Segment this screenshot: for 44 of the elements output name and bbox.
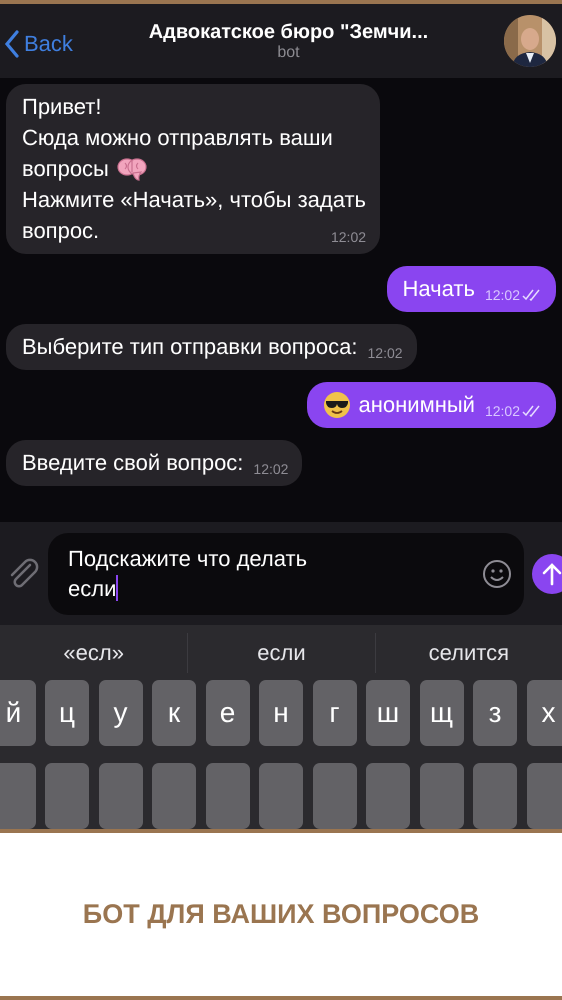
- message-text: вопрос.: [22, 217, 100, 245]
- brain-icon: [116, 156, 147, 182]
- keyboard-key[interactable]: х: [526, 680, 562, 746]
- suggestion[interactable]: «есл»: [0, 632, 188, 672]
- keyboard-key[interactable]: ш: [366, 680, 410, 746]
- sunglasses-face-icon: [322, 390, 351, 418]
- message-text: Введите свой вопрос:: [22, 449, 244, 477]
- message-time: 12:02: [368, 344, 403, 362]
- keyboard-key[interactable]: [420, 763, 464, 829]
- keyboard-key[interactable]: [526, 763, 562, 829]
- chat-title: Адвокатское бюро "Земчи...: [148, 20, 428, 44]
- chevron-left-icon: [4, 30, 20, 58]
- arrow-up-icon: [542, 562, 562, 586]
- message-time: 12:02: [484, 286, 520, 304]
- suggestion[interactable]: если: [187, 632, 375, 672]
- message-time: 12:02: [484, 402, 520, 420]
- keyboard-key[interactable]: к: [152, 680, 196, 746]
- keyboard-key[interactable]: е: [206, 680, 250, 746]
- keyboard-key[interactable]: [312, 763, 356, 829]
- message-input[interactable]: Подскажите что делать если: [48, 532, 524, 614]
- send-button[interactable]: [532, 554, 562, 594]
- back-button[interactable]: Back: [4, 30, 73, 58]
- keyboard-key[interactable]: з: [473, 680, 517, 746]
- message-text: Привет!: [22, 93, 102, 121]
- message-time: 12:02: [253, 460, 288, 478]
- message-text: анонимный: [358, 391, 475, 419]
- message-text: Нажмите «Начать», чтобы задать: [22, 186, 366, 214]
- caption: БОТ ДЛЯ ВАШИХ ВОПРОСОВ: [82, 899, 480, 930]
- message-text: Выберите тип отправки вопроса:: [22, 333, 358, 361]
- suggestion[interactable]: селится: [374, 632, 562, 672]
- message-text: вопросы: [22, 155, 109, 183]
- keyboard-key[interactable]: н: [259, 680, 303, 746]
- message-time: 12:02: [330, 228, 366, 246]
- smiley-icon[interactable]: [482, 558, 512, 588]
- message-text: Начать: [402, 275, 475, 303]
- keyboard-key[interactable]: [98, 763, 142, 829]
- keyboard-key[interactable]: щ: [420, 680, 464, 746]
- keyboard-key[interactable]: [206, 763, 250, 829]
- message-text: Сюда можно отправлять ваши: [22, 124, 333, 152]
- chat-subtitle: bot: [277, 44, 300, 62]
- keyboard-key[interactable]: ц: [45, 680, 89, 746]
- keyboard-key[interactable]: г: [312, 680, 356, 746]
- keyboard-key[interactable]: у: [98, 680, 142, 746]
- keyboard-key[interactable]: й: [0, 680, 36, 746]
